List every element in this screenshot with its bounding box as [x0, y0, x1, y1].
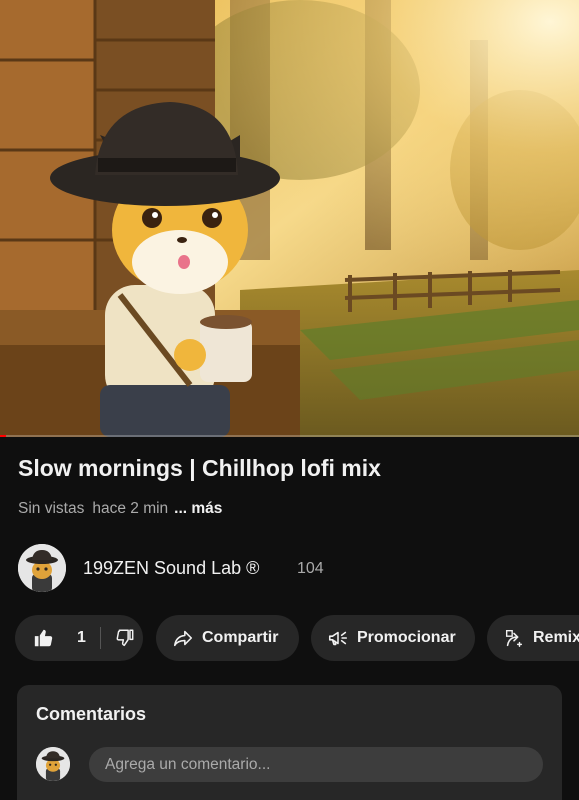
- upload-age: hace 2 min: [92, 500, 169, 517]
- channel-name[interactable]: 199ZEN Sound Lab ®: [83, 558, 259, 579]
- megaphone-icon: [328, 631, 348, 646]
- promote-button[interactable]: Promocionar: [311, 615, 475, 661]
- video-meta[interactable]: Sin vistas hace 2 min ... más: [18, 500, 222, 518]
- comments-section[interactable]: Comentarios: [17, 685, 562, 800]
- video-progress-bar[interactable]: [0, 435, 579, 437]
- comments-title: Comentarios: [36, 704, 147, 724]
- like-divider: [99, 627, 101, 649]
- view-count: Sin vistas: [18, 500, 85, 517]
- video-player[interactable]: [0, 0, 579, 437]
- cat-cowboy-avatar-icon: [36, 747, 70, 781]
- cat-cowboy-avatar-icon: [18, 544, 66, 592]
- more-button[interactable]: ... más: [174, 500, 222, 517]
- user-avatar: [36, 747, 70, 781]
- dislike-button[interactable]: [113, 615, 135, 661]
- remix-button[interactable]: Remix: [487, 615, 579, 661]
- promote-label: Promocionar: [357, 629, 456, 646]
- video-thumbnail-illustration: [0, 0, 579, 437]
- like-dislike-group: 1: [15, 615, 143, 661]
- video-progress-fill: [0, 435, 6, 437]
- remix-icon: [505, 629, 523, 647]
- remix-label: Remix: [533, 629, 579, 646]
- comment-input[interactable]: [89, 747, 543, 782]
- subscriber-count: 104: [297, 560, 324, 577]
- thumbs-down-icon: [116, 629, 134, 647]
- video-title: Slow mornings | Chillhop lofi mix: [18, 455, 381, 481]
- share-label: Compartir: [202, 629, 279, 646]
- channel-avatar[interactable]: [18, 544, 66, 592]
- like-button[interactable]: 1: [15, 615, 86, 661]
- video-watch-page: Slow mornings | Chillhop lofi mix Sin vi…: [0, 0, 579, 800]
- share-arrow-icon: [173, 630, 193, 647]
- like-count: 1: [77, 629, 86, 646]
- thumbs-up-icon: [34, 629, 53, 647]
- share-button[interactable]: Compartir: [156, 615, 299, 661]
